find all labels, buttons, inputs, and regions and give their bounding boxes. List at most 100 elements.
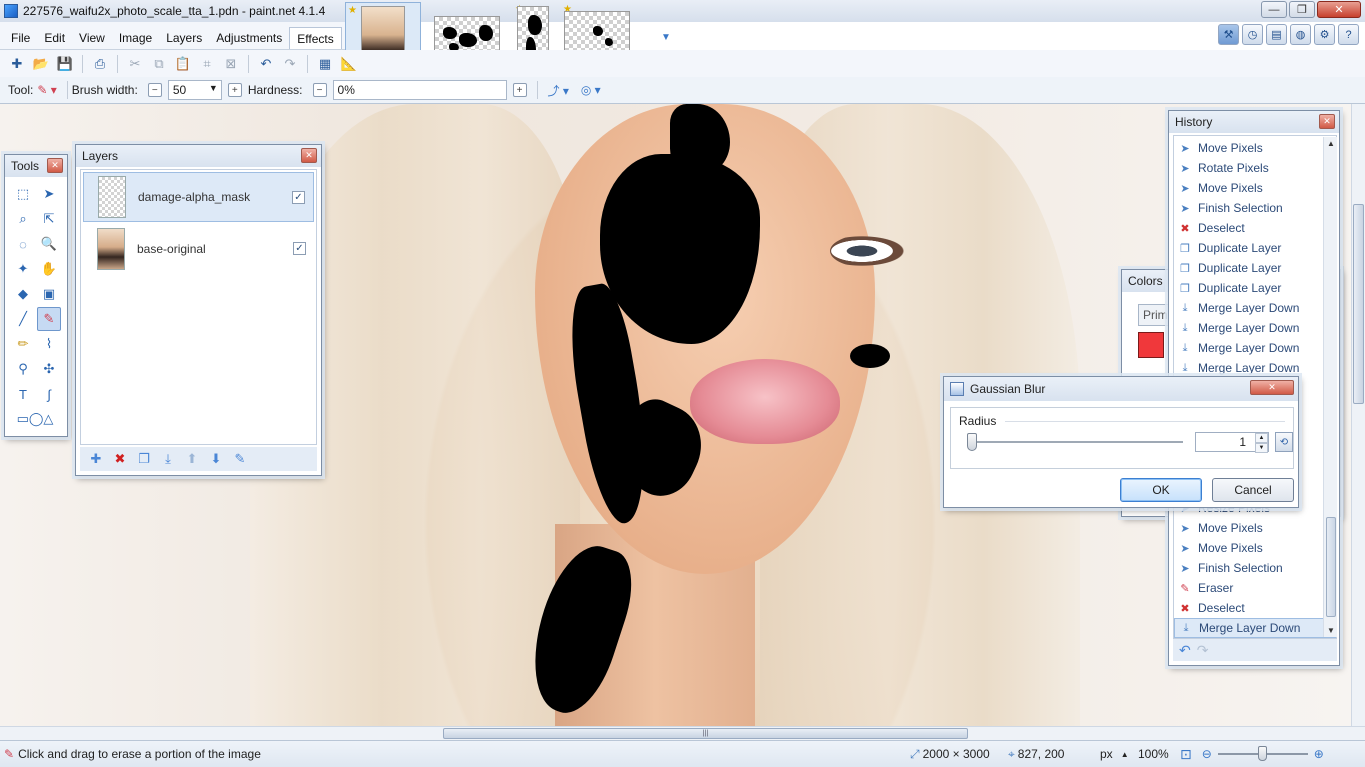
merge-layer-down-icon[interactable]: ⤓	[158, 449, 178, 469]
menu-view[interactable]: View	[72, 27, 112, 49]
print-icon[interactable]: ⎙	[89, 53, 111, 75]
history-item[interactable]: ✖ Deselect	[1174, 598, 1336, 618]
layer-properties-icon[interactable]: ✎	[230, 449, 250, 469]
radius-slider-track[interactable]	[969, 441, 1183, 443]
history-item[interactable]: ✎ Eraser	[1174, 578, 1336, 598]
rectangle-select-icon[interactable]: ⬚	[11, 182, 35, 206]
scroll-down-icon[interactable]: ▼	[1324, 626, 1338, 635]
history-item[interactable]: ➤ Move Pixels	[1174, 538, 1336, 558]
undo-icon[interactable]: ↶	[255, 53, 277, 75]
history-item[interactable]: ⤓ Merge Layer Down	[1174, 318, 1336, 338]
history-close-button[interactable]: ✕	[1319, 114, 1335, 129]
brush-width-increase-button[interactable]: +	[227, 83, 242, 97]
hardness-increase-button[interactable]: +	[512, 83, 527, 97]
shapes-icon[interactable]: ▭◯△	[11, 407, 59, 431]
history-item[interactable]: ➤ Move Pixels	[1174, 138, 1336, 158]
redo-icon[interactable]: ↷	[279, 53, 301, 75]
ok-button[interactable]: OK	[1120, 478, 1202, 502]
history-item[interactable]: ➤ Move Pixels	[1174, 518, 1336, 538]
tab-list-dropdown-icon[interactable]: ▼	[661, 32, 671, 43]
zoom-out-icon[interactable]: ⊖	[1202, 747, 1212, 761]
brush-width-combo[interactable]: 50 ▼	[167, 80, 222, 100]
eraser-icon[interactable]: ✎	[37, 307, 61, 331]
zoom-level[interactable]: 100%	[1138, 747, 1169, 761]
cut-icon[interactable]: ✂	[124, 53, 146, 75]
duplicate-layer-icon[interactable]: ❐	[134, 449, 154, 469]
layer-row[interactable]: damage-alpha_mask ✓	[83, 172, 314, 222]
history-item[interactable]: ➤ Finish Selection	[1174, 558, 1336, 578]
history-item[interactable]: ✖ Deselect	[1174, 218, 1336, 238]
close-button[interactable]: ✕	[1317, 1, 1361, 18]
lasso-select-icon[interactable]: ⌕	[11, 207, 35, 231]
menu-edit[interactable]: Edit	[37, 27, 72, 49]
layers-window-title[interactable]: Layers ✕	[76, 145, 321, 167]
crop-icon[interactable]: ⌗	[196, 53, 218, 75]
spin-up-icon[interactable]: ▲	[1255, 433, 1268, 443]
zoom-slider-handle[interactable]	[1257, 746, 1267, 761]
menu-adjustments[interactable]: Adjustments	[209, 27, 289, 49]
deselect-icon[interactable]: ⊠	[220, 53, 242, 75]
dialog-title-bar[interactable]: Gaussian Blur ✕	[944, 377, 1298, 401]
primary-color-swatch[interactable]	[1138, 332, 1164, 358]
zoom-slider[interactable]	[1217, 746, 1308, 761]
eraser-tool-icon[interactable]: ✎ ▾	[37, 83, 56, 97]
menu-image[interactable]: Image	[112, 27, 159, 49]
grid-icon[interactable]: ▦	[314, 53, 336, 75]
redo-icon[interactable]: ↷	[1197, 642, 1209, 659]
layers-close-button[interactable]: ✕	[301, 148, 317, 163]
move-layer-down-icon[interactable]: ⬇	[206, 449, 226, 469]
menu-layers[interactable]: Layers	[159, 27, 209, 49]
scroll-up-icon[interactable]: ▲	[1324, 139, 1338, 148]
help-icon[interactable]: ?	[1338, 24, 1359, 45]
antialiasing-icon[interactable]: ⤴ ▾	[548, 82, 569, 99]
history-item[interactable]: ⤓ Merge Layer Down	[1174, 358, 1336, 378]
color-picker-icon[interactable]: ⌇	[37, 332, 61, 356]
line-curve-icon[interactable]: ∫	[37, 382, 61, 406]
move-layer-up-icon[interactable]: ⬆	[182, 449, 202, 469]
history-item[interactable]: ⤓ Merge Layer Down	[1174, 338, 1336, 358]
dialog-close-button[interactable]: ✕	[1250, 380, 1294, 395]
history-item[interactable]: ❐ Duplicate Layer	[1174, 238, 1336, 258]
undo-icon[interactable]: ↶	[1179, 642, 1191, 659]
gradient-icon[interactable]: ▣	[37, 282, 61, 306]
radius-spinner[interactable]: ▲ ▼	[1255, 433, 1268, 453]
spin-down-icon[interactable]: ▼	[1255, 443, 1268, 453]
copy-icon[interactable]: ⧉	[148, 53, 170, 75]
scroll-thumb[interactable]	[1326, 517, 1336, 617]
blend-mode-icon[interactable]: ◎ ▾	[581, 83, 601, 97]
delete-layer-icon[interactable]: ✖	[110, 449, 130, 469]
ellipse-select-icon[interactable]: ◌	[11, 232, 35, 256]
history-item[interactable]: ⤓ Merge Layer Down	[1174, 618, 1336, 638]
hardness-field[interactable]: 0%	[332, 80, 507, 100]
tools-window-toggle-icon[interactable]: ⚒	[1218, 24, 1239, 45]
text-icon[interactable]: T	[11, 382, 35, 406]
new-file-icon[interactable]: ✚	[6, 53, 28, 75]
hardness-decrease-button[interactable]: −	[312, 83, 327, 97]
pan-hand-icon[interactable]: ✋	[37, 257, 61, 281]
layer-row[interactable]: base-original ✓	[83, 224, 314, 274]
minimize-button[interactable]: —	[1261, 1, 1287, 18]
unit-selector[interactable]: px ▲	[1100, 747, 1129, 761]
history-item[interactable]: ⤓ Merge Layer Down	[1174, 298, 1336, 318]
canvas-horizontal-scrollbar[interactable]: |||	[0, 726, 1365, 740]
scroll-thumb[interactable]: |||	[443, 728, 968, 739]
settings-gear-icon[interactable]: ⚙	[1314, 24, 1335, 45]
layers-window-toggle-icon[interactable]: ▤	[1266, 24, 1287, 45]
colors-window-toggle-icon[interactable]: ◍	[1290, 24, 1311, 45]
paint-bucket-icon[interactable]: ◆	[11, 282, 35, 306]
layer-visibility-checkbox[interactable]: ✓	[292, 191, 305, 204]
add-layer-icon[interactable]: ✚	[86, 449, 106, 469]
pencil-icon[interactable]: ✏	[11, 332, 35, 356]
history-window-toggle-icon[interactable]: ◷	[1242, 24, 1263, 45]
history-scrollbar[interactable]: ▲ ▼	[1323, 137, 1337, 637]
open-folder-icon[interactable]: 📂	[30, 53, 52, 75]
menu-effects[interactable]: Effects	[289, 27, 342, 49]
zoom-icon[interactable]: 🔍	[37, 232, 61, 256]
magic-wand-icon[interactable]: ✦	[11, 257, 35, 281]
history-item[interactable]: ➤ Rotate Pixels	[1174, 158, 1336, 178]
history-item[interactable]: ❐ Duplicate Layer	[1174, 278, 1336, 298]
paintbrush-icon[interactable]: ╱	[11, 307, 35, 331]
move-selection-icon[interactable]: ⇱	[37, 207, 61, 231]
ruler-icon[interactable]: 📐	[338, 53, 360, 75]
maximize-button[interactable]: ❐	[1289, 1, 1315, 18]
